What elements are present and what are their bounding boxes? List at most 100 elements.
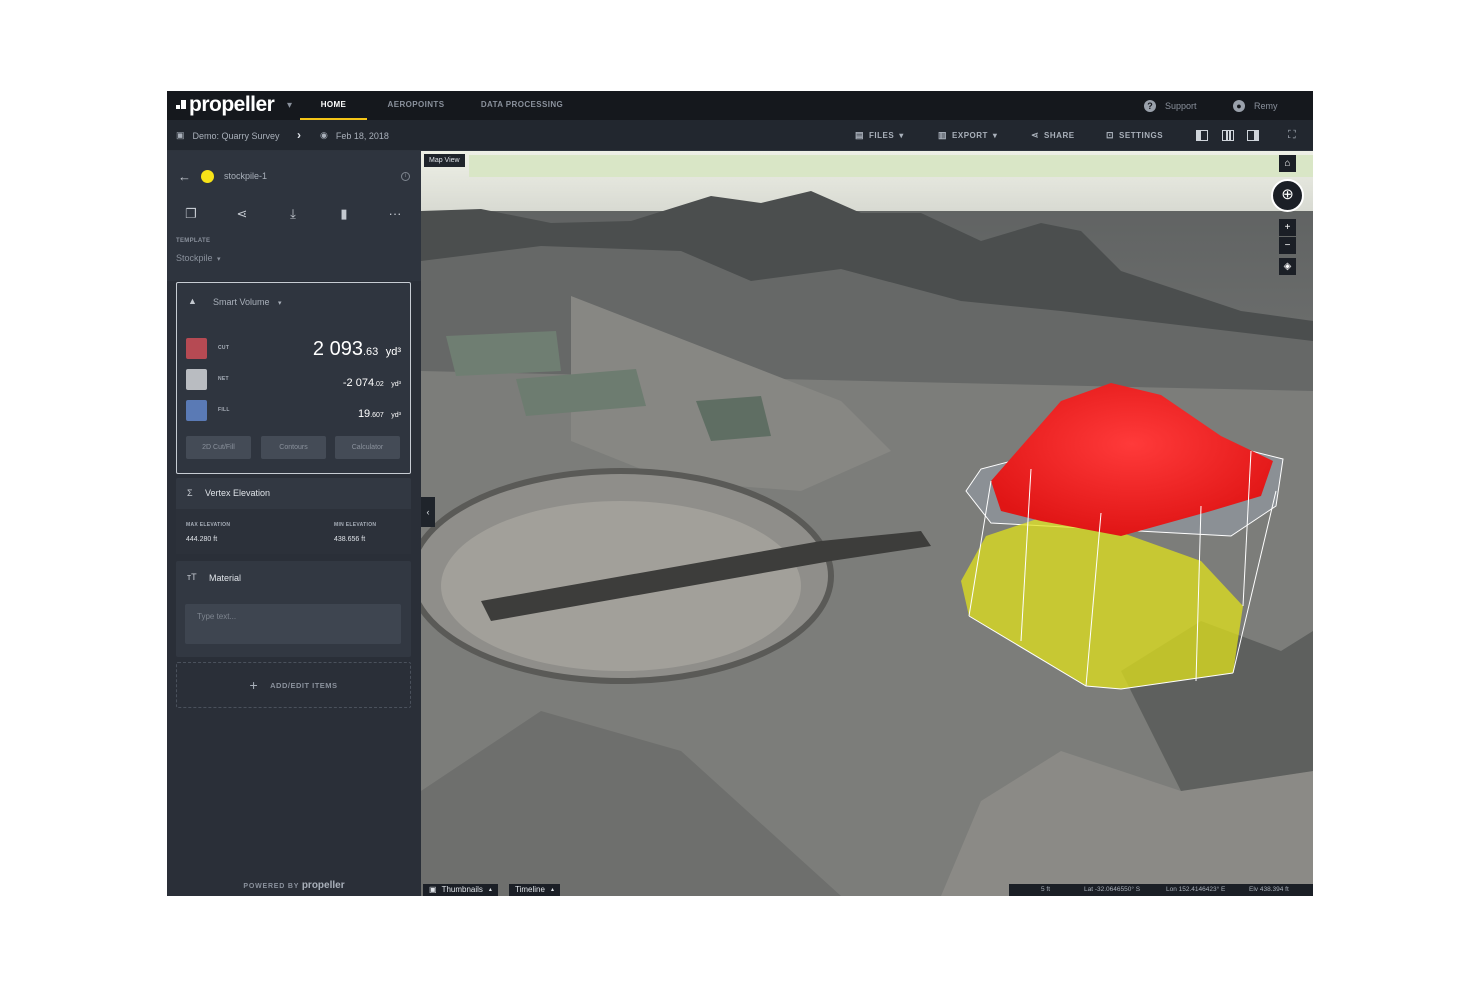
add-items-label: ADD/EDIT ITEMS [270,680,338,690]
terrain-3d-scene [421,151,1313,896]
min-elevation-value: 438.656 ft [334,536,366,543]
user-name: Remy [1254,100,1278,111]
back-arrow-icon[interactable]: ← [178,169,191,184]
net-value-dec: .02 [374,381,384,388]
logo-text: propeller [189,93,275,116]
settings-label: SETTINGS [1119,131,1164,140]
fullscreen-icon[interactable]: ⛶ [1288,120,1296,151]
vertex-values: MAX ELEVATION 444.280 ft MIN ELEVATION 4… [176,509,411,554]
chevron-up-icon: ▴ [488,887,492,893]
net-value: -2 074.02 yd³ [343,373,401,391]
support-link[interactable]: ? Support [1144,91,1197,120]
powered-by-label: POWERED BY [243,883,300,890]
project-toolbar: ▣ Demo: Quarry Survey › ◉ Feb 18, 2018 ▤… [167,120,1313,151]
support-label: Support [1165,100,1197,111]
tab-aeropoints[interactable]: AEROPOINTS [379,91,453,120]
propeller-logo-mark-icon [176,100,186,110]
sigma-icon: Σ [187,488,193,498]
survey-date: Feb 18, 2018 [335,130,389,141]
home-icon[interactable]: ⌂ [1279,155,1296,172]
volume-type-select[interactable]: Smart Volume ▾ [213,297,282,307]
map-viewport[interactable]: Map View ‹ ⌂ ⊕ + − ◈ ▣ Thumbnails ▴ Time… [421,151,1313,896]
layout-split-icon[interactable] [1222,130,1234,141]
layout-right-panel-icon[interactable] [1247,130,1259,141]
volume-icon: ▲ [188,296,197,306]
share-label: SHARE [1044,131,1075,140]
cut-value: 2 093.63 yd³ [313,338,401,361]
layout-left-panel-icon[interactable] [1196,130,1208,141]
breadcrumb-project[interactable]: ▣ Demo: Quarry Survey [176,120,280,151]
export-button[interactable]: ▥ EXPORT ▾ [938,120,997,151]
add-edit-items-button[interactable]: + ADD/EDIT ITEMS [176,662,411,708]
user-avatar-icon: ● [1233,99,1245,112]
elevation-readout: Elv 438.394 ft [1249,886,1289,893]
material-card: ᴛT Material Type text... [176,561,411,657]
layers-icon[interactable]: ◈ [1279,258,1296,275]
template-label: TEMPLATE [176,238,211,244]
download-icon[interactable]: ⤓ [284,205,302,223]
latitude-readout: Lat -32.0646550° S [1084,886,1141,893]
delete-icon[interactable]: ▮ [335,205,353,223]
scale-readout: 5 ft [1041,886,1051,893]
tab-home[interactable]: HOME [300,91,367,120]
files-label: FILES [869,131,895,140]
survey-icon: ◉ [320,130,328,140]
chevron-down-icon: ▾ [217,256,221,263]
chevron-up-icon: ▴ [550,887,554,893]
fill-unit: yd³ [391,412,401,419]
cut-swatch [186,338,207,359]
longitude-readout: Lon 152.4146423° E [1166,886,1226,893]
files-button[interactable]: ▤ FILES ▾ [855,120,904,151]
text-size-icon: ᴛT [187,572,197,582]
thumbnails-label: Thumbnails [441,885,483,894]
tab-data-processing[interactable]: DATA PROCESSING [474,91,570,120]
powered-by-logo: propeller [301,880,345,891]
settings-button[interactable]: ⊡ SETTINGS [1106,120,1163,151]
zoom-out-icon[interactable]: − [1279,237,1296,254]
item-color-dot [201,170,214,183]
app-window: propeller ▾ HOME AEROPOINTS DATA PROCESS… [167,91,1313,896]
fill-value-int: 19 [357,408,371,420]
user-menu[interactable]: ● Remy [1233,91,1278,120]
image-icon: ▣ [429,885,437,894]
collapse-sidebar-button[interactable]: ‹ [421,497,435,527]
net-label: NET [218,376,229,382]
more-options-icon[interactable]: ··· [386,205,404,223]
chevron-down-icon: ▾ [899,131,904,140]
chevron-down-icon[interactable]: ▾ [287,100,292,111]
timeline-tab[interactable]: Timeline ▴ [509,884,560,896]
share-icon[interactable]: ⋖ [233,205,251,223]
cut-label: CUT [218,345,230,351]
project-name: Demo: Quarry Survey [192,130,280,141]
breadcrumb-survey-date[interactable]: ◉ Feb 18, 2018 [320,120,389,151]
net-value-int: -2 074 [342,377,375,389]
help-icon: ? [1144,99,1156,112]
cut-fill-2d-button[interactable]: 2D Cut/Fill [186,436,251,459]
template-select[interactable]: Stockpile ▾ [176,253,221,263]
cut-unit: yd³ [385,346,401,358]
contours-button[interactable]: Contours [261,436,326,459]
volume-title: Smart Volume [213,297,270,307]
timeline-label: Timeline [515,885,545,894]
calculator-button[interactable]: Calculator [335,436,400,459]
top-navbar: propeller ▾ HOME AEROPOINTS DATA PROCESS… [167,91,1313,120]
zoom-in-icon[interactable]: + [1279,219,1296,236]
vertex-title: Vertex Elevation [205,488,271,498]
duplicate-icon[interactable]: ❐ [182,205,200,223]
min-elevation-label: MIN ELEVATION [334,522,377,528]
thumbnails-tab[interactable]: ▣ Thumbnails ▴ [423,884,498,896]
share-button[interactable]: ⋖ SHARE [1031,120,1075,151]
cut-value-int: 2 093 [312,338,363,360]
fill-value: 19.607 yd³ [358,404,401,422]
propeller-logo[interactable]: propeller [176,93,275,117]
item-name[interactable]: stockpile-1 [224,171,267,181]
max-elevation-value: 444.280 ft [186,536,218,543]
powered-by-footer: POWERED BY propeller [167,880,421,891]
material-text-input[interactable]: Type text... [185,604,401,644]
material-title: Material [209,573,242,583]
share-icon: ⋖ [1031,130,1040,140]
vertex-elevation-card: Σ Vertex Elevation MAX ELEVATION 444.280… [176,478,411,554]
fill-row: FILL 19.607 yd³ [186,400,401,422]
compass-globe-icon[interactable]: ⊕ [1271,179,1304,212]
info-icon[interactable]: i [401,172,410,181]
